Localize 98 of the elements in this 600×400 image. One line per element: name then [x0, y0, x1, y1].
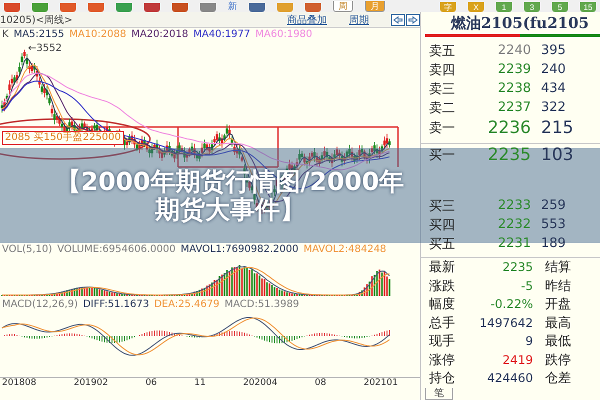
- order-price: 2231: [496, 236, 531, 251]
- date-label: 202101: [364, 378, 398, 390]
- date-label: 201808: [2, 378, 36, 390]
- stat-label: 跌停: [545, 352, 571, 369]
- quick-button[interactable]: 15: [580, 2, 596, 12]
- toolbar-icon[interactable]: [32, 3, 48, 12]
- toolbar-icon[interactable]: [172, 3, 188, 12]
- stat-value: -0.22%: [490, 297, 533, 312]
- order-label: 卖三: [429, 80, 456, 98]
- trade-note: 2085 买150手盈225000: [2, 131, 124, 145]
- stat-value: 1497642: [478, 316, 533, 330]
- date-label: 201902: [74, 378, 108, 390]
- contract-title: 燃油2105(fu2105: [450, 13, 590, 34]
- legend-item: MACD:51.3989: [224, 299, 300, 310]
- order-volume: 434: [541, 81, 566, 96]
- quick-button[interactable]: X: [468, 2, 484, 12]
- order-price: 2237: [496, 100, 531, 115]
- date-label: 202004: [243, 378, 278, 390]
- legend-item: DEA:25.4679: [154, 299, 220, 310]
- legend-item: MA60:1980: [255, 29, 312, 40]
- legend-item: VOLUME:6954606.0000: [57, 244, 176, 255]
- toolbar-icon[interactable]: [116, 3, 132, 12]
- order-price: 2233: [496, 198, 531, 213]
- peak-price-label: ←3552: [28, 43, 62, 54]
- stat-label: 昨结: [545, 278, 571, 295]
- order-label: 卖一: [429, 120, 456, 137]
- legend-item: MAVOL2:484248: [303, 244, 386, 255]
- toolbar-icon[interactable]: [144, 3, 160, 12]
- order-volume: 103: [541, 145, 574, 165]
- order-volume: 553: [541, 217, 566, 232]
- left-arrow-icon[interactable]: [391, 14, 405, 26]
- stat-value: 2419: [501, 352, 533, 367]
- stat-label: 涨跌: [429, 278, 456, 295]
- quick-button[interactable]: 5: [552, 2, 568, 12]
- order-price: 2232: [496, 217, 531, 232]
- stat-label: 总手: [429, 314, 456, 332]
- stat-label: 涨停: [429, 352, 456, 369]
- stat-label: 最高: [545, 314, 571, 332]
- legend-item: K: [2, 29, 9, 40]
- legend-item: MA20:2018: [131, 29, 188, 40]
- stat-value: 2235: [501, 260, 533, 274]
- legend-item: MA40:1977: [193, 29, 250, 40]
- new-label[interactable]: 新: [228, 2, 237, 12]
- order-label: 买五: [429, 236, 456, 252]
- order-price: 2235: [486, 145, 531, 165]
- toolbar-icon[interactable]: [249, 3, 265, 12]
- quick-button[interactable]: 1: [496, 2, 512, 12]
- date-label: 11: [194, 378, 206, 390]
- order-label: 买四: [429, 216, 456, 234]
- order-volume: 395: [541, 43, 566, 58]
- period-button[interactable]: 月: [365, 1, 385, 12]
- header-link[interactable]: 周期: [349, 12, 369, 26]
- order-label: 卖二: [429, 100, 456, 116]
- order-price: 2239: [496, 62, 531, 77]
- order-price: 2240: [496, 43, 531, 58]
- stat-label: 结算: [545, 259, 571, 276]
- date-label: 08: [314, 378, 326, 390]
- order-label: 卖四: [429, 62, 456, 78]
- toolbar-icon[interactable]: [4, 3, 20, 12]
- toolbar-icon[interactable]: [277, 3, 293, 12]
- legend-item: MAVOL1:7690982.2000: [180, 244, 298, 255]
- quick-button[interactable]: 3: [524, 2, 540, 12]
- stat-label: 现手: [429, 333, 456, 350]
- order-price: 2236: [486, 118, 531, 138]
- order-volume: 189: [541, 236, 566, 251]
- stat-value: -5: [520, 278, 533, 293]
- date-label: 06: [145, 378, 157, 390]
- quick-button[interactable]: 字: [440, 2, 456, 12]
- right-arrow-icon[interactable]: [406, 14, 420, 26]
- toolbar-icon[interactable]: [60, 3, 76, 12]
- stat-label: 开盘: [545, 296, 571, 314]
- legend-item: MA5:2155: [14, 29, 64, 40]
- legend-item: MA10:2088: [69, 29, 126, 40]
- chart-title: 10205)<周线>: [0, 14, 72, 26]
- toolbar-icon[interactable]: [200, 3, 216, 12]
- order-volume: 240: [541, 62, 566, 77]
- order-label: 买三: [429, 198, 456, 214]
- order-volume: 322: [541, 100, 566, 115]
- stat-label: 仓差: [545, 370, 571, 388]
- stat-value: 9: [524, 334, 533, 348]
- stat-label: 幅度: [429, 296, 456, 314]
- tick-tab[interactable]: 笔: [425, 388, 453, 400]
- stat-label: 持仓: [429, 370, 456, 388]
- legend-item: VOL(5,10): [2, 244, 52, 255]
- stat-label: 最新: [429, 259, 456, 276]
- toolbar-icon[interactable]: [305, 3, 321, 12]
- header-link[interactable]: 商品叠加: [287, 12, 327, 26]
- legend-item: MACD(12,26,9): [2, 299, 78, 310]
- order-price: 2238: [496, 81, 531, 96]
- order-label: 卖五: [429, 42, 456, 60]
- stat-value: 424460: [486, 371, 533, 386]
- order-volume: 215: [541, 118, 574, 138]
- period-button[interactable]: 周: [333, 1, 353, 12]
- legend-item: DIFF:51.1673: [82, 299, 150, 310]
- order-volume: 259: [541, 198, 566, 213]
- stat-label: 最低: [545, 333, 571, 350]
- toolbar-icon[interactable]: [88, 3, 104, 12]
- order-label: 买一: [429, 147, 456, 164]
